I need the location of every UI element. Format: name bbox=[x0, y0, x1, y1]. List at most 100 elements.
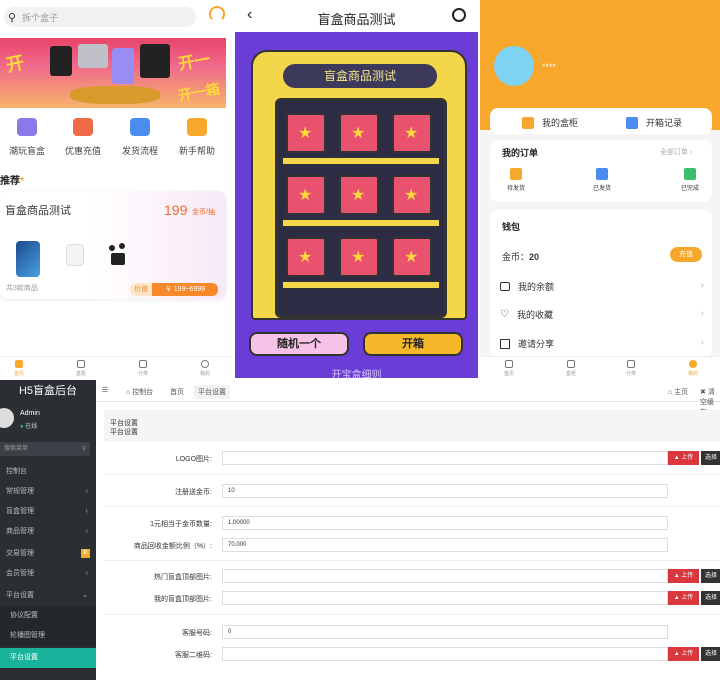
recycle-ratio-input[interactable]: 70.000 bbox=[222, 538, 668, 552]
choose-button[interactable]: 选择 bbox=[701, 451, 720, 465]
user-icon bbox=[201, 360, 209, 368]
home-icon bbox=[505, 360, 513, 368]
menu-toggle-icon[interactable]: ☰ bbox=[102, 386, 108, 394]
menu-balance[interactable]: 我的余额 bbox=[500, 280, 554, 293]
mystery-box[interactable] bbox=[286, 113, 326, 153]
menu-general[interactable]: 常规管理 ‹ bbox=[0, 482, 96, 502]
topnav-home-link[interactable]: ⌂ 主页 bbox=[668, 387, 688, 397]
topnav-platform[interactable]: 平台设置 bbox=[194, 385, 230, 399]
coins-label: 金币： bbox=[502, 252, 530, 262]
button-label: 选择 bbox=[704, 455, 717, 461]
menu-products[interactable]: 商品管理 ‹ bbox=[0, 522, 96, 542]
menu-label: 邀请分享 bbox=[518, 339, 555, 349]
service-qr-input[interactable] bbox=[222, 647, 668, 661]
upload-button[interactable]: ▲ 上传 bbox=[668, 647, 699, 661]
settings-icon[interactable] bbox=[452, 8, 466, 22]
search-input[interactable]: ⚲ 拆个盒子 bbox=[4, 7, 196, 27]
speaker-thumbnail bbox=[107, 243, 129, 269]
blindbox-screen: ‹ 盲盒商品测试 盲盒商品测试 随机一个 开箱 开宝盒细则 bbox=[235, 0, 478, 378]
banner-art: 开一箱 bbox=[176, 80, 222, 104]
earbuds-thumbnail bbox=[66, 244, 84, 266]
tab-box[interactable]: 盒柜 bbox=[556, 360, 586, 377]
quick-help[interactable]: 新手帮助 bbox=[172, 118, 222, 157]
upload-button[interactable]: ▲ 上传 bbox=[668, 451, 699, 465]
field-label: 热门盲盒顶部图片: bbox=[154, 574, 212, 581]
quick-shipping[interactable]: 发货流程 bbox=[115, 118, 165, 157]
my-box-image-input[interactable] bbox=[222, 591, 668, 605]
open-box-button[interactable]: 开箱 bbox=[363, 332, 463, 356]
mystery-box[interactable] bbox=[339, 175, 379, 215]
chevron-left-icon: ‹ bbox=[85, 570, 88, 577]
choose-button[interactable]: 选择 bbox=[701, 569, 720, 583]
recharge-button[interactable]: 充值 bbox=[670, 247, 702, 262]
coin-rate-input[interactable]: 1.00000 bbox=[222, 516, 668, 530]
menu-blindbox[interactable]: 盲盒管理 ‹ bbox=[0, 502, 96, 522]
mystery-box[interactable] bbox=[339, 113, 379, 153]
topnav-console[interactable]: ⌂ 控制台 bbox=[126, 387, 153, 397]
mystery-box[interactable] bbox=[392, 237, 432, 277]
menu-label: 商品管理 bbox=[6, 528, 34, 535]
all-orders-link[interactable]: 全部订单 › bbox=[660, 147, 692, 157]
heart-icon: ♡ bbox=[500, 309, 509, 320]
menu-agreement[interactable]: 协议配置 bbox=[0, 606, 96, 626]
tab-open-records[interactable]: 开箱记录 bbox=[626, 116, 682, 129]
mystery-box[interactable] bbox=[392, 175, 432, 215]
rules-link[interactable]: 开宝盒细则 bbox=[235, 366, 478, 378]
topnav-label: 平台设置 bbox=[198, 389, 226, 396]
mystery-box[interactable] bbox=[392, 113, 432, 153]
cabinet-title: 盲盒商品测试 bbox=[283, 64, 437, 88]
tab-label: 分类 bbox=[137, 371, 148, 377]
headset-icon[interactable] bbox=[209, 6, 225, 22]
menu-console[interactable]: 控制台 bbox=[0, 462, 96, 482]
box-icon bbox=[567, 360, 575, 368]
quick-label: 潮玩盲盒 bbox=[8, 146, 45, 156]
menu-favorites[interactable]: ♡ 我的收藏 bbox=[500, 308, 553, 321]
menu-search-input[interactable]: 搜索菜单 ⚲ bbox=[0, 442, 90, 456]
grid-icon bbox=[139, 360, 147, 368]
logo-input[interactable] bbox=[222, 451, 668, 465]
tab-home[interactable]: 首页 bbox=[4, 360, 34, 377]
chevron-down-icon: ⌄ bbox=[82, 592, 88, 599]
menu-label: 协议配置 bbox=[10, 612, 38, 619]
menu-label: 控制台 bbox=[6, 468, 27, 475]
menu-platform-settings[interactable]: 平台设置 bbox=[0, 648, 96, 668]
tab-category[interactable]: 分类 bbox=[128, 360, 158, 377]
menu-platform[interactable]: 平台设置 ⌄ bbox=[0, 586, 96, 606]
status-label: 在线 bbox=[25, 424, 38, 430]
tab-my-box[interactable]: 我的盒柜 bbox=[522, 116, 578, 129]
upload-button[interactable]: ▲ 上传 bbox=[668, 591, 699, 605]
avatar[interactable] bbox=[494, 46, 534, 86]
tab-me[interactable]: 我的 bbox=[190, 360, 220, 377]
price-range: ￥ 199~6999 bbox=[152, 283, 218, 296]
search-placeholder: 搜索菜单 bbox=[4, 446, 29, 452]
mystery-box[interactable] bbox=[286, 175, 326, 215]
choose-button[interactable]: 选择 bbox=[701, 647, 720, 661]
mystery-box[interactable] bbox=[339, 237, 379, 277]
menu-members[interactable]: 会员管理 ‹ bbox=[0, 564, 96, 584]
card-unit: 金币/抽 bbox=[192, 209, 215, 216]
upload-button[interactable]: ▲ 上传 bbox=[668, 569, 699, 583]
choose-button[interactable]: 选择 bbox=[701, 591, 720, 605]
tab-me[interactable]: 我的 bbox=[678, 360, 708, 377]
hot-box-image-input[interactable] bbox=[222, 569, 668, 583]
mystery-box[interactable] bbox=[286, 237, 326, 277]
tab-category[interactable]: 分类 bbox=[616, 360, 646, 377]
cabinet-inner bbox=[275, 98, 447, 318]
topnav-home[interactable]: 首页 bbox=[170, 387, 184, 397]
service-phone-input[interactable]: 0 bbox=[222, 625, 668, 639]
register-coins-input[interactable]: 10 bbox=[222, 484, 668, 498]
quick-recharge[interactable]: 优惠充值 bbox=[58, 118, 108, 157]
order-done[interactable]: 已完成 bbox=[676, 168, 704, 192]
order-pending[interactable]: 待发货 bbox=[502, 168, 530, 192]
menu-label: 轮播图管理 bbox=[10, 632, 45, 639]
tab-box[interactable]: 盒柜 bbox=[66, 360, 96, 377]
status-label: 已完成 bbox=[680, 186, 699, 192]
menu-carousel[interactable]: 轮播图管理 bbox=[0, 626, 96, 646]
menu-trade[interactable]: 交易管理 新 bbox=[0, 544, 96, 564]
promo-banner[interactable]: 开 开一 开一箱 bbox=[0, 38, 226, 108]
quick-blindbox[interactable]: 潮玩盲盒 bbox=[2, 118, 52, 157]
tab-home[interactable]: 首页 bbox=[494, 360, 524, 377]
random-button[interactable]: 随机一个 bbox=[249, 332, 349, 356]
menu-share[interactable]: 邀请分享 bbox=[500, 337, 554, 350]
order-shipped[interactable]: 已发货 bbox=[588, 168, 616, 192]
